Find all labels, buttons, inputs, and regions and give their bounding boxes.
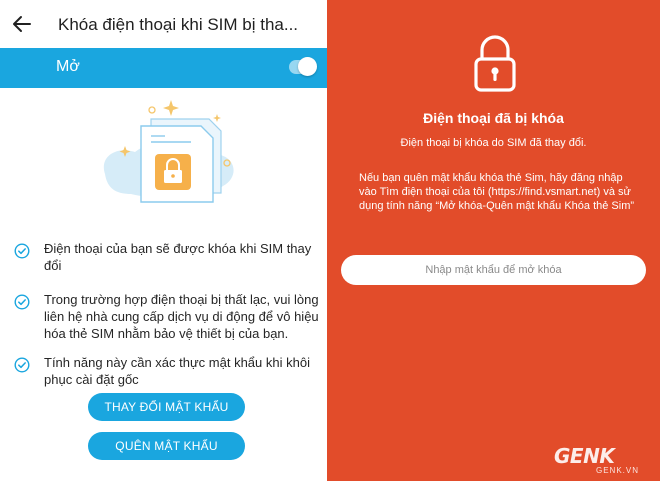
check-circle-icon <box>14 357 30 373</box>
enable-toggle-row[interactable]: Mở <box>0 48 327 88</box>
locked-description: Nếu bạn quên mật khẩu khóa thẻ Sim, hãy … <box>359 172 635 212</box>
locked-subtitle: Điện thoại bị khóa do SIM đã thay đổi. <box>400 137 587 149</box>
page-title: Khóa điện thoại khi SIM bị tha... <box>58 15 299 34</box>
feature-text: Tính năng này cần xác thực mật khẩu khi … <box>44 355 310 387</box>
check-circle-icon <box>14 294 30 310</box>
padlock-icon <box>474 35 516 92</box>
forgot-password-button[interactable]: QUÊN MẬT KHẨU <box>88 432 245 460</box>
check-circle-icon <box>14 243 30 259</box>
watermark-logo: GENK <box>554 444 615 468</box>
sim-card-lock-icon <box>103 100 234 203</box>
arrow-left-icon[interactable] <box>12 14 32 34</box>
phone-locked-screen: Điện thoại đã bị khóa Điện thoại bị khóa… <box>327 0 660 481</box>
feature-text: Trong trường hợp điện thoại bị thất lạc,… <box>44 292 319 341</box>
change-password-button[interactable]: THAY ĐỔI MẬT KHẨU <box>88 393 245 421</box>
list-item: Trong trường hợp điện thoại bị thất lạc,… <box>14 291 319 342</box>
watermark: GENK GENK.VN <box>550 441 660 481</box>
watermark-url: GENK.VN <box>596 466 640 475</box>
toggle-label: Mở <box>56 58 80 75</box>
list-item: Tính năng này cần xác thực mật khẩu khi … <box>14 354 319 388</box>
unlock-password-input[interactable] <box>341 255 646 285</box>
app-bar: Khóa điện thoại khi SIM bị tha... <box>0 0 327 48</box>
enable-switch[interactable] <box>289 57 317 76</box>
locked-title: Điện thoại đã bị khóa <box>423 110 564 126</box>
sim-lock-settings-screen: Khóa điện thoại khi SIM bị tha... Mở Điệ… <box>0 0 327 481</box>
list-item: Điện thoại của bạn sẽ được khóa khi SIM … <box>14 240 319 274</box>
switch-knob <box>298 57 317 76</box>
feature-text: Điện thoại của bạn sẽ được khóa khi SIM … <box>44 241 312 273</box>
feature-list: Điện thoại của bạn sẽ được khóa khi SIM … <box>14 240 319 405</box>
